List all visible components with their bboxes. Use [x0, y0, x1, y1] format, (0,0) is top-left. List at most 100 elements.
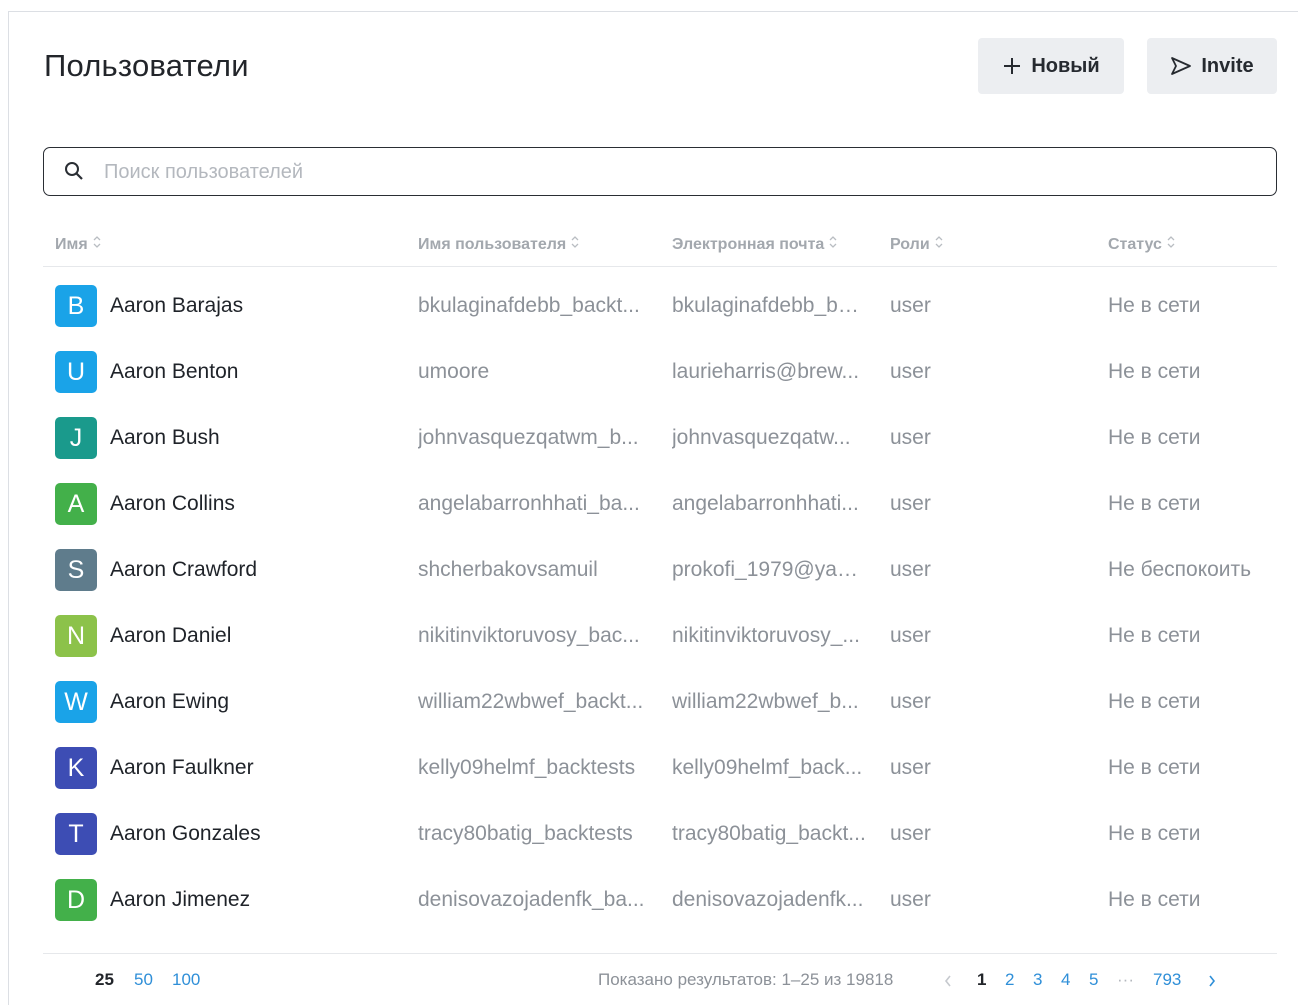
table-row[interactable]: S Aaron Crawford shcherbakovsamuil proko… [43, 538, 1277, 604]
pagination-ellipsis: ··· [1117, 970, 1134, 989]
user-status: Не в сети [1108, 756, 1201, 779]
user-role: user [890, 756, 931, 779]
next-page-button[interactable] [1207, 970, 1217, 994]
user-name: Aaron Benton [110, 360, 239, 383]
column-header-status[interactable]: Статус [1108, 235, 1176, 254]
table-row[interactable]: T Aaron Gonzales tracy80batig_backtests … [43, 802, 1277, 868]
user-email: bkulaginafdebb_ba... [672, 294, 866, 317]
pagination-bar: 25 50 100 Показано результатов: 1–25 из … [9, 970, 1298, 1000]
page-5[interactable]: 5 [1089, 970, 1098, 990]
user-role: user [890, 360, 931, 383]
user-username: kelly09helmf_backtests [418, 756, 636, 779]
user-name: Aaron Bush [110, 426, 220, 449]
user-status: Не беспокоить [1108, 558, 1252, 581]
sort-icon [828, 235, 838, 254]
chevron-left-icon [944, 975, 951, 987]
user-status: Не в сети [1108, 624, 1201, 647]
column-header-label: Статус [1108, 235, 1162, 253]
user-role: user [890, 492, 931, 515]
user-name: Aaron Faulkner [110, 756, 254, 779]
user-role: user [890, 822, 931, 845]
user-name: Aaron Crawford [110, 558, 258, 581]
table-row[interactable]: N Aaron Daniel nikitinviktoruvosy_bac...… [43, 604, 1277, 670]
results-summary: Показано результатов: 1–25 из 19818 [598, 970, 894, 989]
user-username: bkulaginafdebb_backt... [418, 294, 640, 317]
user-username: tracy80batig_backtests [418, 822, 633, 845]
user-role: user [890, 426, 931, 449]
page-size-25[interactable]: 25 [95, 970, 114, 990]
prev-page-button[interactable] [943, 970, 953, 994]
sort-icon [934, 235, 944, 254]
user-name: Aaron Barajas [110, 294, 244, 317]
new-user-button[interactable]: Новый [978, 38, 1124, 94]
avatar: T [55, 813, 97, 855]
invite-button-label: Invite [1201, 54, 1254, 77]
table-row[interactable]: B Aaron Barajas bkulaginafdebb_backt... … [43, 274, 1277, 340]
column-header-label: Имя пользователя [418, 235, 567, 253]
user-role: user [890, 624, 931, 647]
column-header-name[interactable]: Имя [55, 235, 102, 254]
user-username: denisovazojadenfk_ba... [418, 888, 645, 911]
user-status: Не в сети [1108, 822, 1201, 845]
user-role: user [890, 690, 931, 713]
user-email: nikitinviktoruvosy_... [672, 624, 860, 647]
user-status: Не в сети [1108, 492, 1201, 515]
table-row[interactable]: W Aaron Ewing william22wbwef_backt... wi… [43, 670, 1277, 736]
user-email: laurieharris@brew... [672, 360, 860, 383]
user-username: umoore [418, 360, 490, 383]
user-username: william22wbwef_backt... [418, 690, 644, 713]
page-2[interactable]: 2 [1005, 970, 1014, 990]
column-header-label: Роли [890, 235, 930, 253]
user-email: william22wbwef_b... [672, 690, 859, 713]
sort-icon [570, 235, 580, 254]
user-username: johnvasquezqatwm_b... [418, 426, 639, 449]
new-user-button-label: Новый [1031, 54, 1100, 77]
user-username: nikitinviktoruvosy_bac... [418, 624, 640, 647]
avatar: D [55, 879, 97, 921]
search-icon [64, 161, 84, 186]
user-email: prokofi_1979@yan... [672, 558, 866, 581]
avatar: S [55, 549, 97, 591]
page-last[interactable]: 793 [1153, 970, 1181, 990]
page-3[interactable]: 3 [1033, 970, 1042, 990]
avatar: W [55, 681, 97, 723]
table-row[interactable]: D Aaron Jimenez denisovazojadenfk_ba... … [43, 868, 1277, 934]
avatar: B [55, 285, 97, 327]
table-row[interactable]: K Aaron Faulkner kelly09helmf_backtests … [43, 736, 1277, 802]
column-header-email[interactable]: Электронная почта [672, 235, 838, 254]
user-username: shcherbakovsamuil [418, 558, 598, 581]
sort-icon [92, 235, 102, 254]
avatar: K [55, 747, 97, 789]
user-role: user [890, 558, 931, 581]
invite-button[interactable]: Invite [1147, 38, 1277, 94]
column-header-username[interactable]: Имя пользователя [418, 235, 580, 254]
user-name: Aaron Collins [110, 492, 235, 515]
sort-icon [1166, 235, 1176, 254]
user-name: Aaron Ewing [110, 690, 230, 713]
table-row[interactable]: A Aaron Collins angelabarronhhati_ba... … [43, 472, 1277, 538]
chevron-right-icon [1209, 975, 1216, 987]
avatar: N [55, 615, 97, 657]
user-email: angelabarronhhati... [672, 492, 859, 515]
user-name: Aaron Daniel [110, 624, 232, 647]
page-1[interactable]: 1 [977, 970, 986, 990]
user-email: tracy80batig_backt... [672, 822, 866, 845]
users-panel: Пользователи Новый Invite Имя Имя пользо… [8, 11, 1298, 1005]
search-box [43, 147, 1277, 196]
column-header-label: Электронная почта [672, 235, 825, 253]
page-4[interactable]: 4 [1061, 970, 1070, 990]
user-email: johnvasquezqatw... [672, 426, 851, 449]
avatar: J [55, 417, 97, 459]
table-row[interactable]: J Aaron Bush johnvasquezqatwm_b... johnv… [43, 406, 1277, 472]
user-status: Не в сети [1108, 690, 1201, 713]
page-size-50[interactable]: 50 [134, 970, 153, 990]
table-row[interactable]: U Aaron Benton umoore laurieharris@brew.… [43, 340, 1277, 406]
user-name: Aaron Gonzales [110, 822, 261, 845]
column-header-roles[interactable]: Роли [890, 235, 944, 254]
search-input[interactable] [104, 157, 1254, 187]
page-size-100[interactable]: 100 [172, 970, 200, 990]
avatar: A [55, 483, 97, 525]
user-name: Aaron Jimenez [110, 888, 251, 911]
column-header-label: Имя [55, 235, 88, 253]
user-status: Не в сети [1108, 426, 1201, 449]
